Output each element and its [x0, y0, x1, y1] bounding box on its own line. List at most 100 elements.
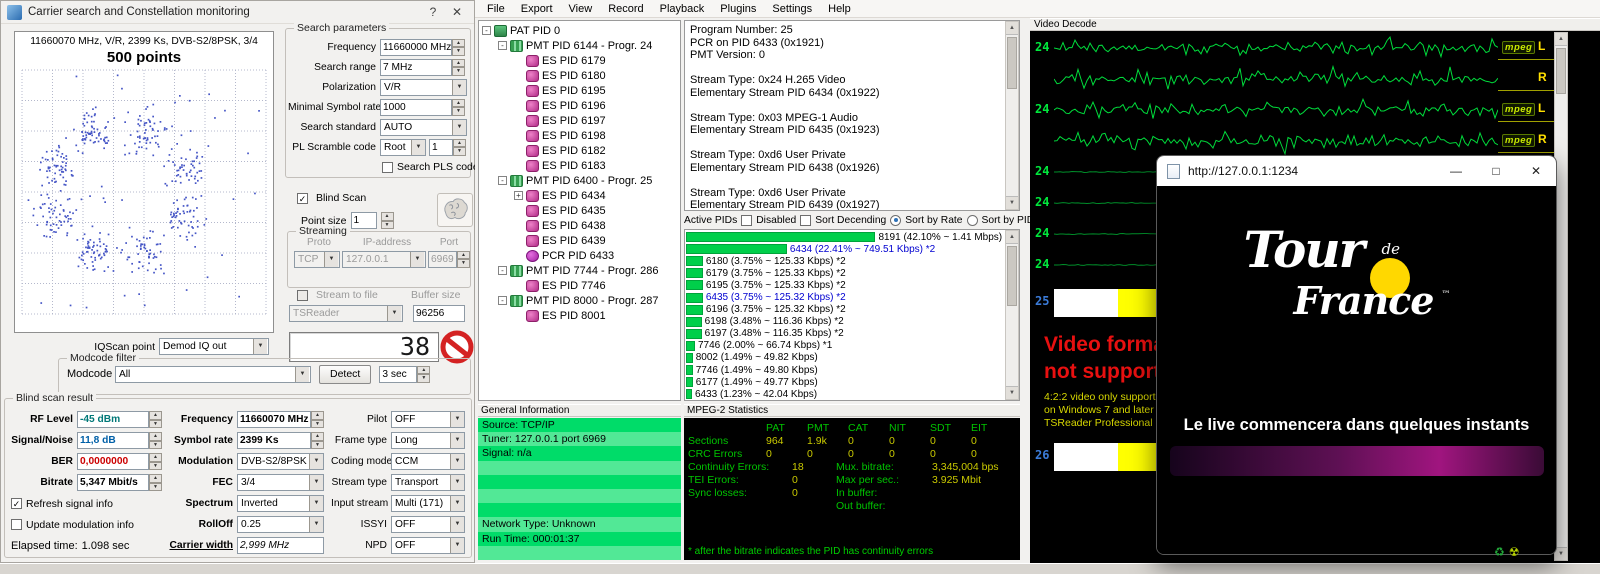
dropdown-arrow-icon[interactable]: ▼: [295, 367, 309, 382]
dropdown-arrow-icon[interactable]: ▼: [450, 538, 464, 553]
tree-item[interactable]: ES PID 6195: [479, 83, 680, 98]
frame-type-select[interactable]: Long▼: [391, 432, 465, 449]
update-modulation-checkbox[interactable]: [11, 519, 22, 530]
scroll-down-button[interactable]: ▼: [1555, 547, 1567, 560]
tree-item[interactable]: PCR PID 6433: [479, 248, 680, 263]
symbol-rate-value[interactable]: 2399 Ks: [237, 432, 311, 449]
tree-item[interactable]: ES PID 6180: [479, 68, 680, 83]
pid-row[interactable]: 6197 (3.48% ~ 116.35 Kbps) *2: [685, 328, 1019, 340]
spin-up-button[interactable]: ▲: [149, 432, 162, 441]
spinner[interactable]: ▲▼: [381, 212, 394, 229]
port-input[interactable]: 6969: [428, 251, 457, 268]
spin-up-button[interactable]: ▲: [452, 39, 465, 48]
tree-item[interactable]: ES PID 6439: [479, 233, 680, 248]
tree-toggle[interactable]: -: [482, 26, 491, 35]
spinner[interactable]: ▲▼: [417, 366, 430, 383]
spin-up-button[interactable]: ▲: [452, 99, 465, 108]
maximize-button[interactable]: □: [1476, 156, 1516, 186]
dropdown-arrow-icon[interactable]: ▼: [410, 252, 424, 267]
dropdown-arrow-icon[interactable]: ▼: [309, 454, 323, 469]
pid-row[interactable]: 6180 (3.75% ~ 125.33 Kbps) *2: [685, 255, 1019, 267]
tree-item[interactable]: ES PID 8001: [479, 308, 680, 323]
spin-up-button[interactable]: ▲: [149, 453, 162, 462]
tree-item[interactable]: -PMT PID 6144 - Progr. 24: [479, 38, 680, 53]
pid-row[interactable]: 6179 (3.75% ~ 125.33 Kbps) *2: [685, 267, 1019, 279]
sort-by-rate-radio[interactable]: [890, 215, 901, 226]
tree-item[interactable]: ES PID 6179: [479, 53, 680, 68]
signal-noise-value[interactable]: 11,8 dB: [77, 432, 149, 449]
search-standard-select[interactable]: AUTO▼: [380, 119, 467, 136]
taskbar[interactable]: [0, 563, 1600, 574]
recycle-icon[interactable]: ♻: [1494, 545, 1505, 559]
tree-item[interactable]: ES PID 6183: [479, 158, 680, 173]
tree-item[interactable]: +ES PID 6434: [479, 188, 680, 203]
tree-item[interactable]: ES PID 6438: [479, 218, 680, 233]
detect-button[interactable]: Detect: [319, 365, 371, 384]
dropdown-arrow-icon[interactable]: ▼: [253, 339, 267, 354]
dropdown-arrow-icon[interactable]: ▼: [324, 252, 338, 267]
spin-down-button[interactable]: ▼: [311, 441, 324, 450]
spin-down-button[interactable]: ▼: [149, 420, 162, 429]
minimal-symbol-rate-input[interactable]: 1000: [380, 99, 452, 116]
scroll-up-button[interactable]: ▲: [1006, 231, 1018, 244]
dropdown-arrow-icon[interactable]: ▼: [411, 140, 425, 155]
spin-down-button[interactable]: ▼: [149, 483, 162, 492]
dropdown-arrow-icon[interactable]: ▼: [309, 496, 323, 511]
carrier-width-value[interactable]: 2,999 MHz: [237, 537, 324, 554]
minimize-button[interactable]: —: [1436, 156, 1476, 186]
pl-scramble-value-input[interactable]: 1: [429, 139, 453, 156]
search-range-input[interactable]: 7 MHz: [380, 59, 452, 76]
spin-up-button[interactable]: ▲: [381, 212, 394, 221]
tree-toggle[interactable]: -: [498, 41, 507, 50]
point-size-input[interactable]: 1: [351, 212, 377, 229]
stream-type-select[interactable]: Transport▼: [391, 474, 465, 491]
pid-row[interactable]: 6195 (3.75% ~ 125.33 Kbps) *2: [685, 279, 1019, 291]
pid-row[interactable]: 7746 (2.00% ~ 66.74 Kbps) *1: [685, 340, 1019, 352]
pl-scramble-mode-select[interactable]: Root▼: [380, 139, 426, 156]
dropdown-arrow-icon[interactable]: ▼: [450, 496, 464, 511]
pid-row[interactable]: 8002 (1.49% ~ 49.82 Kbps): [685, 352, 1019, 364]
tree-toggle[interactable]: +: [514, 191, 523, 200]
pid-row[interactable]: 6198 (3.48% ~ 116.36 Kbps) *2: [685, 316, 1019, 328]
modcode-select[interactable]: All▼: [115, 366, 311, 383]
pilot-select[interactable]: OFF▼: [391, 411, 465, 428]
frequency-input[interactable]: 11660000 MHz: [380, 39, 452, 56]
issyi-select[interactable]: OFF▼: [391, 516, 465, 533]
spin-up-button[interactable]: ▲: [149, 411, 162, 420]
input-stream-select[interactable]: Multi (171)▼: [391, 495, 465, 512]
sort-by-pid-radio[interactable]: [967, 215, 978, 226]
dropdown-arrow-icon[interactable]: ▼: [452, 120, 466, 135]
radiation-icon[interactable]: ☢: [1509, 545, 1520, 559]
spinner[interactable]: ▲▼: [452, 39, 465, 56]
menu-item-view[interactable]: View: [561, 3, 601, 15]
tree-item[interactable]: -PMT PID 7744 - Progr. 286: [479, 263, 680, 278]
spin-down-button[interactable]: ▼: [417, 374, 430, 383]
spin-up-button[interactable]: ▲: [149, 474, 162, 483]
scroll-up-button[interactable]: ▲: [1006, 22, 1018, 35]
npd-select[interactable]: OFF▼: [391, 537, 465, 554]
menu-item-help[interactable]: Help: [820, 3, 859, 15]
scroll-thumb[interactable]: [1007, 246, 1017, 306]
tree-item[interactable]: ES PID 6197: [479, 113, 680, 128]
fec-select[interactable]: 3/4▼: [237, 474, 324, 491]
spinner[interactable]: ▲▼: [149, 432, 162, 449]
pid-row[interactable]: 6435 (3.75% ~ 125.32 Kbps) *2: [685, 291, 1019, 303]
pid-row[interactable]: 6434 (22.41% ~ 749.51 Kbps) *2: [685, 243, 1019, 255]
spin-up-button[interactable]: ▲: [452, 59, 465, 68]
tree-item[interactable]: ES PID 6198: [479, 128, 680, 143]
ber-value[interactable]: 0,0000000: [77, 453, 149, 470]
tree-item[interactable]: ES PID 6196: [479, 98, 680, 113]
spin-down-button[interactable]: ▼: [457, 259, 470, 268]
spinner[interactable]: ▲▼: [149, 474, 162, 491]
spinner[interactable]: ▲▼: [453, 139, 466, 156]
spin-down-button[interactable]: ▼: [453, 147, 466, 156]
carrier-title-bar[interactable]: Carrier search and Constellation monitor…: [1, 1, 474, 24]
spinner[interactable]: ▲▼: [311, 432, 324, 449]
spin-down-button[interactable]: ▼: [452, 47, 465, 56]
pid-row[interactable]: 6433 (1.23% ~ 42.04 Kbps): [685, 388, 1019, 400]
dropdown-arrow-icon[interactable]: ▼: [309, 517, 323, 532]
tree-item[interactable]: -PMT PID 8000 - Progr. 287: [479, 293, 680, 308]
scroll-thumb[interactable]: [1007, 37, 1017, 89]
spin-down-button[interactable]: ▼: [381, 221, 394, 230]
dropdown-arrow-icon[interactable]: ▼: [450, 433, 464, 448]
